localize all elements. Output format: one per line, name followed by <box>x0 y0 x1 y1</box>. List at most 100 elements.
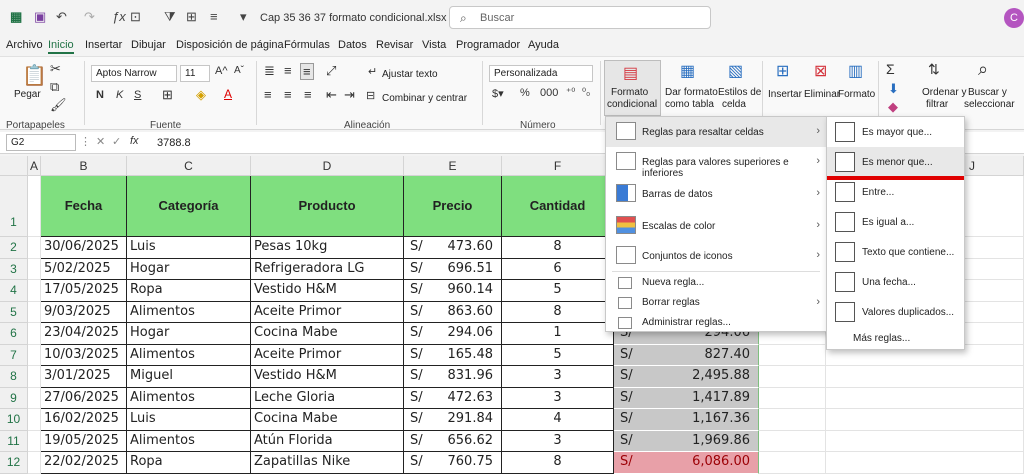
quantity-cell[interactable]: 1 <box>502 323 614 345</box>
number-format-select[interactable]: Personalizada <box>489 65 593 82</box>
table-cell[interactable]: Miguel <box>127 366 251 388</box>
quantity-cell[interactable]: 3 <box>502 387 614 409</box>
submenu-more-rules[interactable]: Más reglas... <box>853 333 910 344</box>
tab-revisar[interactable]: Revisar <box>376 39 413 51</box>
increase-indent-icon[interactable]: ⇥ <box>344 87 355 103</box>
row-header[interactable]: 2 <box>0 237 28 259</box>
table-cell[interactable]: Vestido H&M <box>251 280 404 302</box>
empty-cell[interactable] <box>826 409 1024 431</box>
row-header[interactable]: 9 <box>0 387 28 409</box>
price-cell[interactable]: S/473.60 <box>404 237 502 259</box>
submenu-duplicates[interactable]: Valores duplicados... <box>827 297 964 327</box>
insert-button[interactable]: Insertar <box>768 89 802 100</box>
increase-decimal-icon[interactable]: ⁺⁰ <box>566 87 575 98</box>
empty-cell[interactable] <box>826 366 1024 388</box>
bold-icon[interactable]: N <box>96 89 104 101</box>
table-cell[interactable]: 10/03/2025 <box>41 344 127 366</box>
percent-icon[interactable]: % <box>520 87 530 99</box>
quantity-cell[interactable]: 5 <box>502 280 614 302</box>
quantity-cell[interactable]: 6 <box>502 258 614 280</box>
sort-filter-label-1[interactable]: Ordenar y <box>922 87 966 98</box>
cell-a1[interactable] <box>28 176 41 237</box>
quantity-cell[interactable]: 8 <box>502 237 614 259</box>
tab-datos[interactable]: Datos <box>338 39 367 51</box>
cell-styles-label-1[interactable]: Estilos de <box>718 87 761 98</box>
quantity-cell[interactable]: 8 <box>502 452 614 474</box>
fill-icon[interactable]: ⬇ <box>888 81 899 97</box>
price-cell[interactable]: S/760.75 <box>404 452 502 474</box>
cell-a[interactable] <box>28 301 41 323</box>
table-cell[interactable]: Pesas 10kg <box>251 237 404 259</box>
column-header-c[interactable]: C <box>127 156 251 176</box>
sort-filter-icon[interactable]: ⇅ <box>928 61 940 78</box>
table-cell[interactable]: Ropa <box>127 452 251 474</box>
column-header-f[interactable]: F <box>502 156 614 176</box>
total-cell[interactable]: S/1,167.36 <box>614 409 759 431</box>
borders-icon[interactable]: ⊞ <box>186 9 197 25</box>
cell-styles-icon[interactable]: ▧ <box>728 61 743 81</box>
table-cell[interactable]: 3/01/2025 <box>41 366 127 388</box>
comma-style-icon[interactable]: 000 <box>540 87 558 99</box>
save-icon[interactable]: ▣ <box>34 9 46 25</box>
cell-a[interactable] <box>28 258 41 280</box>
submenu-equal-to[interactable]: Es igual a... <box>827 207 964 237</box>
font-size-select[interactable]: 11 <box>180 65 210 82</box>
cut-icon[interactable]: ✂ <box>50 61 61 77</box>
quantity-cell[interactable]: 3 <box>502 430 614 452</box>
tab-insertar[interactable]: Insertar <box>85 39 122 51</box>
empty-cell[interactable] <box>826 452 1024 474</box>
total-cell[interactable]: S/1,417.89 <box>614 387 759 409</box>
avatar[interactable]: C <box>1004 8 1024 28</box>
column-header-a[interactable]: A <box>28 156 41 176</box>
total-cell[interactable]: S/827.40 <box>614 344 759 366</box>
table-cell[interactable]: Luis <box>127 237 251 259</box>
table-cell[interactable]: Ropa <box>127 280 251 302</box>
select-all[interactable] <box>0 156 28 176</box>
tab-ayuda[interactable]: Ayuda <box>528 39 559 51</box>
align-center-icon[interactable]: ≡ <box>284 87 292 102</box>
align-left-icon[interactable]: ≡ <box>264 87 272 102</box>
function-icon[interactable]: ƒx <box>112 9 126 24</box>
quantity-cell[interactable]: 8 <box>502 301 614 323</box>
column-header-d[interactable]: D <box>251 156 404 176</box>
table-cell[interactable]: 27/06/2025 <box>41 387 127 409</box>
column-header-j[interactable]: J <box>964 156 980 176</box>
quantity-cell[interactable]: 3 <box>502 366 614 388</box>
table-cell[interactable]: Vestido H&M <box>251 366 404 388</box>
empty-cell[interactable] <box>759 366 826 388</box>
wrap-text-button[interactable]: Ajustar texto <box>382 69 438 80</box>
format-table-icon[interactable]: ▦ <box>680 61 695 81</box>
format-table-label-1[interactable]: Dar formato <box>665 87 718 98</box>
table-cell[interactable]: Alimentos <box>127 387 251 409</box>
font-color-icon[interactable]: A <box>224 87 232 101</box>
copy-icon[interactable]: ⧉ <box>50 79 59 95</box>
cell-a[interactable] <box>28 323 41 345</box>
row-header[interactable]: 4 <box>0 280 28 302</box>
menu-highlight-rules[interactable]: Reglas para resaltar celdas › <box>606 117 826 147</box>
confirm-icon[interactable]: ✓ <box>112 135 121 148</box>
table-cell[interactable]: 19/05/2025 <box>41 430 127 452</box>
orientation-icon[interactable]: ⤢ <box>326 63 336 79</box>
decrease-decimal-icon[interactable]: ⁰₀ <box>582 87 590 98</box>
tab-programador[interactable]: Programador <box>456 39 520 51</box>
format-painter-icon[interactable]: 🖌 <box>50 97 67 113</box>
conditional-format-button[interactable]: ▤ Formato condicional <box>604 60 661 116</box>
table-cell[interactable]: Hogar <box>127 323 251 345</box>
cell-a[interactable] <box>28 280 41 302</box>
table-cell[interactable]: Alimentos <box>127 344 251 366</box>
shrink-font-icon[interactable]: Aˇ <box>234 65 244 76</box>
tab-dibujar[interactable]: Dibujar <box>131 39 166 51</box>
column-header-e[interactable]: E <box>404 156 502 176</box>
price-cell[interactable]: S/960.14 <box>404 280 502 302</box>
italic-icon[interactable]: K <box>116 89 123 101</box>
font-name-select[interactable]: Aptos Narrow <box>91 65 177 82</box>
merge-icon[interactable]: ⊟ <box>366 89 375 102</box>
empty-cell[interactable] <box>759 344 826 366</box>
empty-cell[interactable] <box>826 430 1024 452</box>
align-bottom-icon[interactable]: ≡ <box>300 63 314 80</box>
menu-data-bars[interactable]: Barras de datos › <box>606 179 826 209</box>
price-cell[interactable]: S/291.84 <box>404 409 502 431</box>
wrap-text-icon[interactable]: ↵ <box>368 65 377 78</box>
submenu-between[interactable]: Entre... <box>827 177 964 207</box>
camera-icon[interactable]: ⊡ <box>130 9 141 25</box>
